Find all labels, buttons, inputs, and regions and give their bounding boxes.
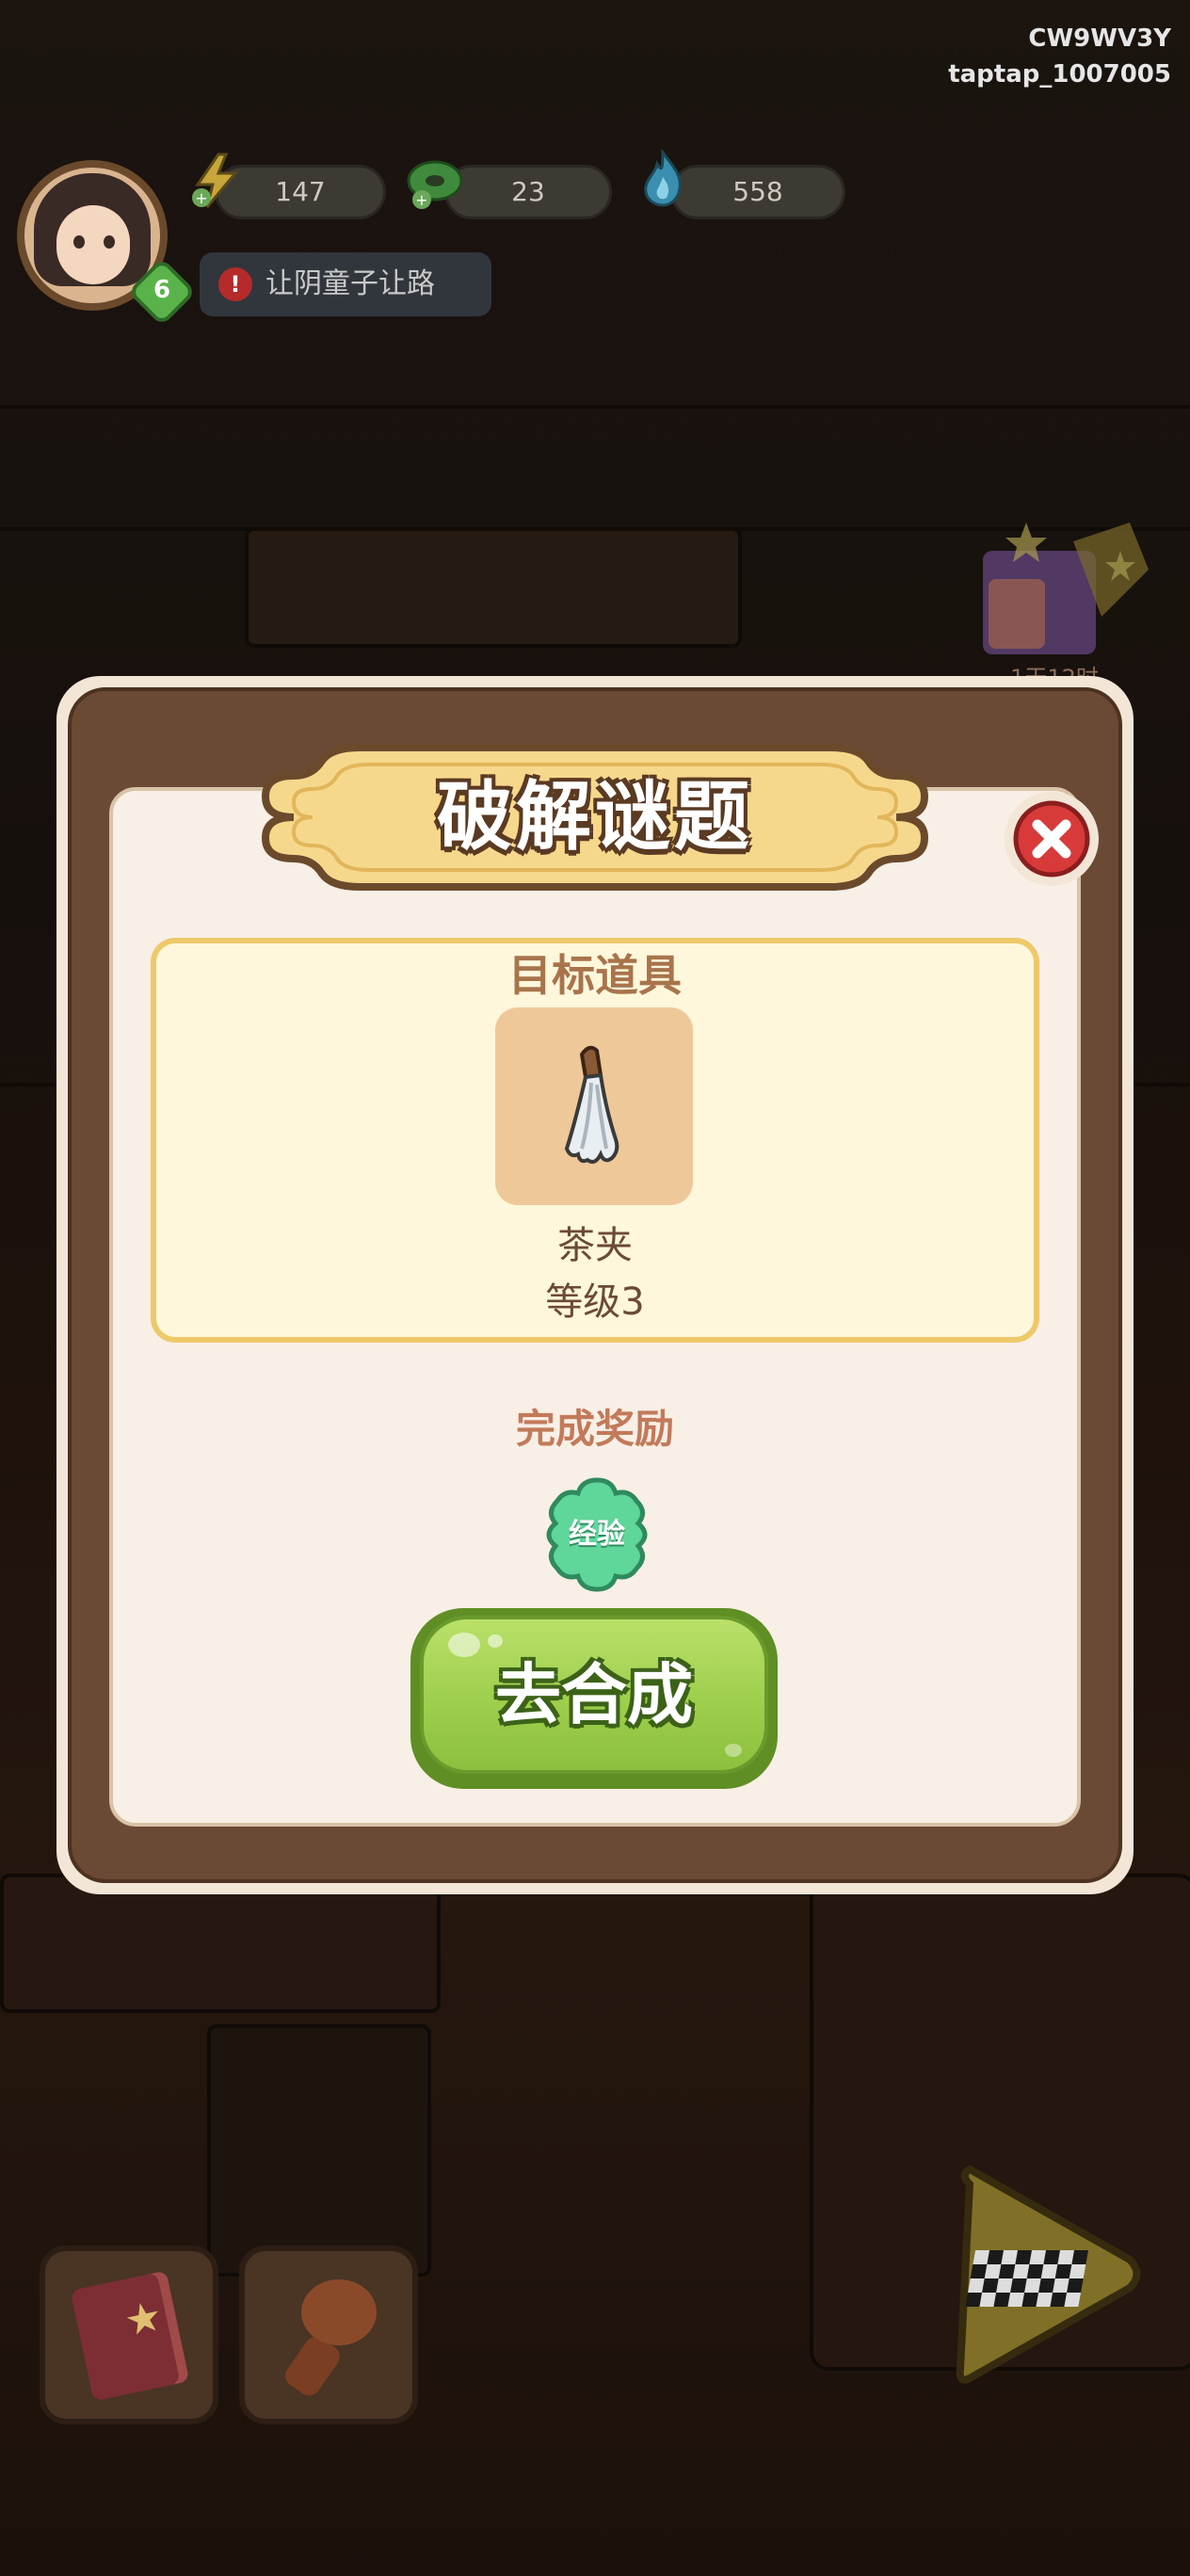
svg-text:+: + <box>195 189 207 207</box>
avatar-face <box>56 205 130 284</box>
target-item-slot[interactable] <box>495 1007 693 1205</box>
pin-button[interactable] <box>239 2246 418 2424</box>
watermark-code: CW9WV3Y <box>1028 24 1171 53</box>
spirit-fire-value: 558 <box>732 176 783 207</box>
jade-coin-icon: + <box>407 160 463 209</box>
blue-flame-icon <box>644 149 682 207</box>
target-item-name: 茶夹 <box>557 1224 633 1267</box>
jade-counter[interactable]: 23 <box>444 165 612 219</box>
book-icon: ★ <box>70 2270 190 2402</box>
player-level: 6 <box>153 276 171 304</box>
synthesize-button-label[interactable]: 去合成 <box>420 1616 768 1774</box>
jade-value: 23 <box>511 176 545 207</box>
svg-text:+: + <box>415 191 427 209</box>
reward-text: 经验 <box>569 1518 625 1551</box>
board-play-button[interactable] <box>941 2156 1149 2391</box>
tea-tongs-icon <box>564 1045 619 1164</box>
target-item-level: 等级3 <box>545 1280 645 1324</box>
gift-pack-icon[interactable] <box>970 513 1158 673</box>
reward-label: 完成奖励 <box>515 1406 674 1452</box>
current-task-chip[interactable]: ! 让阴童子让路 <box>200 252 491 316</box>
checkerboard-icon <box>965 2250 1088 2307</box>
dialog-title: 破解谜题 <box>437 773 753 861</box>
watermark-user: taptap_1007005 <box>948 60 1171 89</box>
avatar-eye <box>104 235 115 249</box>
spirit-fire-counter[interactable]: 558 <box>670 165 845 219</box>
pushpin-icon <box>301 2279 377 2345</box>
lightning-icon: + <box>192 153 239 208</box>
alert-icon: ! <box>218 267 252 301</box>
current-task-text: 让阴童子让路 <box>265 267 435 300</box>
handbook-button[interactable]: ★ <box>40 2246 218 2424</box>
target-item-label: 目标道具 <box>508 950 682 1001</box>
avatar-eye <box>73 235 85 249</box>
close-button[interactable] <box>1000 787 1103 891</box>
